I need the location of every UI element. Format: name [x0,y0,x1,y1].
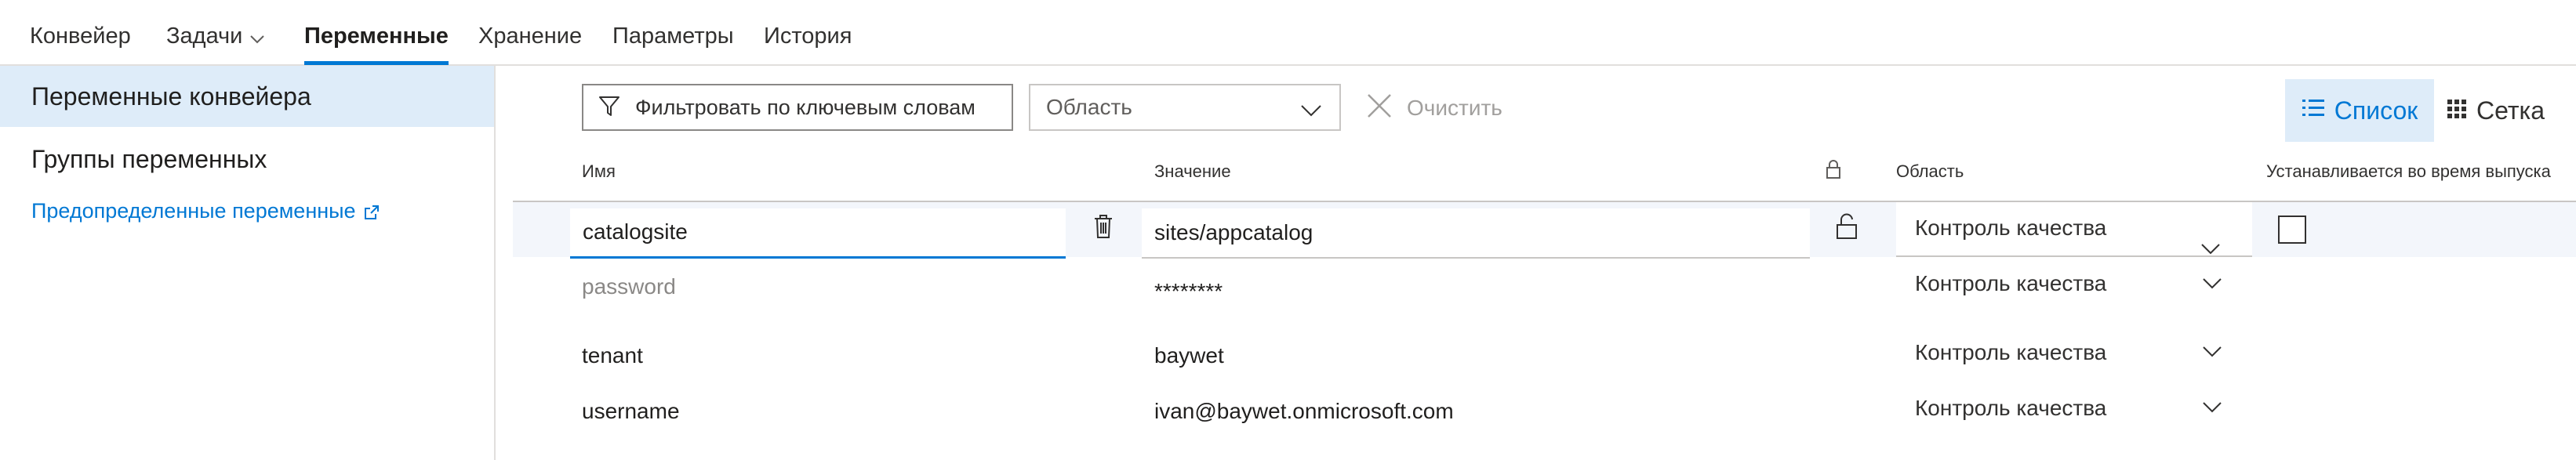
trash-icon[interactable] [1093,214,1114,243]
view-list-button[interactable]: Список [2285,79,2434,142]
settable-at-release-checkbox[interactable] [2278,216,2306,244]
close-icon [1366,92,1407,125]
sidebar-item-pipeline-variables[interactable]: Переменные конвейера [0,66,494,127]
variable-value-masked[interactable]: ******** [1154,276,1223,307]
tab-tasks[interactable]: Задачи [166,20,265,53]
column-header-settable-at-release: Устанавливается во время выпуска [2266,161,2551,181]
column-header-scope: Область [1896,161,1964,181]
view-grid-button[interactable]: Сетка [2447,79,2545,142]
chevron-down-icon[interactable] [2202,401,2222,418]
chevron-down-icon[interactable] [2202,277,2222,294]
variable-scope[interactable]: Контроль качества [1915,393,2106,424]
list-icon [2302,96,2334,125]
filter-keyword-box[interactable] [582,84,1013,131]
tab-retention[interactable]: Хранение [478,20,582,52]
column-header-name: Имя [582,161,616,181]
chevron-down-icon [2200,223,2221,274]
sidebar: Переменные конвейера Группы переменных П… [0,66,496,460]
variable-name-input[interactable]: catalogsite [570,208,1066,259]
variable-value[interactable]: ivan@baywet.onmicrosoft.com [1154,396,1454,427]
external-link-icon [356,199,380,223]
chevron-down-icon[interactable] [2202,346,2222,362]
variable-name[interactable]: username [582,396,680,427]
view-grid-label: Сетка [2476,96,2545,125]
chevron-down-icon [1300,98,1322,123]
unlock-icon[interactable] [1836,213,1858,244]
tab-variables[interactable]: Переменные [304,20,449,65]
variable-scope[interactable]: Контроль качества [1915,268,2106,299]
top-navigation: Конвейер Задачи Переменные Хранение Пара… [0,0,2576,66]
lock-icon [1826,159,1841,186]
filter-keyword-input[interactable] [635,95,980,120]
clear-button-label: Очистить [1407,96,1502,120]
sidebar-item-variable-groups[interactable]: Группы переменных [0,129,494,190]
variable-value-input[interactable]: sites/appcatalog [1142,208,1810,259]
filter-icon [583,94,635,121]
column-header-value: Значение [1154,161,1231,181]
variable-value[interactable]: baywet [1154,340,1224,371]
predefined-variables-link-label: Предопределенные переменные [31,199,356,223]
clear-button[interactable]: Очистить [1366,89,1502,128]
variable-scope-select[interactable]: Контроль качества [1896,202,2252,257]
area-select[interactable]: Область [1029,84,1341,131]
tab-tasks-label: Задачи [166,24,243,49]
tab-history[interactable]: История [764,20,852,52]
grid-icon [2447,96,2476,125]
variable-scope-value: Контроль качества [1915,216,2107,240]
tab-pipeline[interactable]: Конвейер [30,20,131,52]
area-select-placeholder: Область [1046,95,1132,119]
variable-scope[interactable]: Контроль качества [1915,337,2106,368]
tab-options[interactable]: Параметры [612,20,734,52]
variable-name[interactable]: password [582,271,676,302]
variable-name[interactable]: tenant [582,340,643,371]
view-list-label: Список [2334,96,2418,125]
predefined-variables-link[interactable]: Предопределенные переменные [31,199,380,223]
chevron-down-icon [250,21,265,53]
